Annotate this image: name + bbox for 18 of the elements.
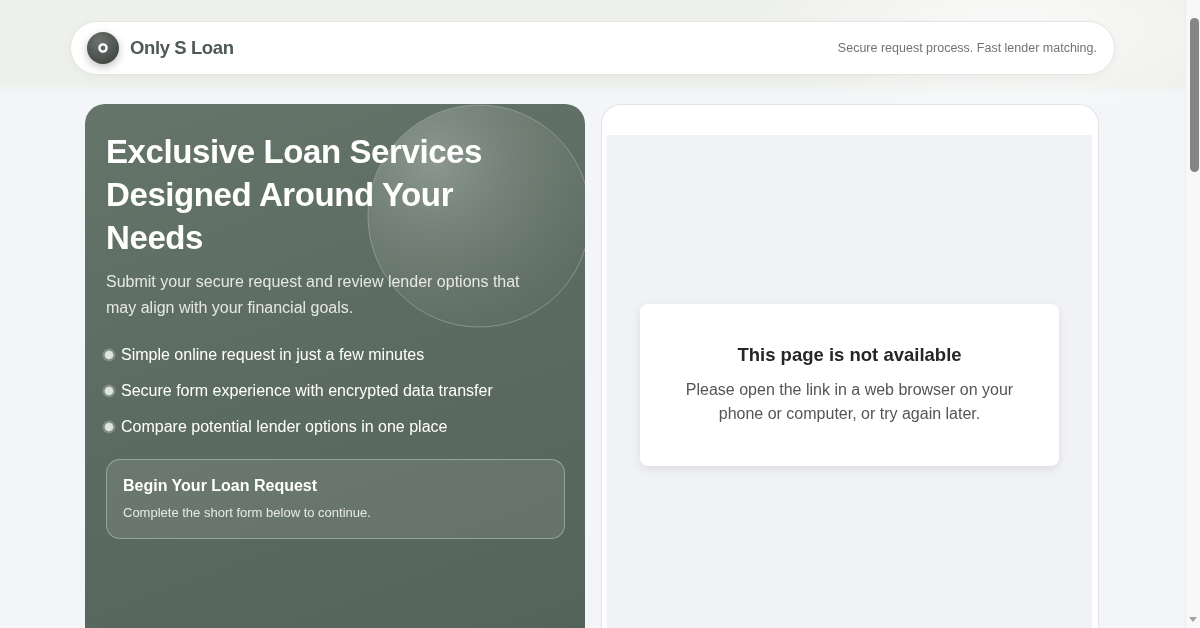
scrollbar-thumb[interactable] — [1190, 18, 1199, 172]
brand-name: Only S Loan — [130, 37, 234, 59]
notice-title: This page is not available — [736, 343, 963, 367]
cta-text: Complete the short form below to continue. — [123, 504, 372, 522]
hero-heading: Exclusive Loan Services Designed Around Your Needs — [106, 132, 484, 258]
tagline: Secure request process. Fast lender matching. — [837, 41, 1097, 55]
feature-text: Compare potential lender options in one place — [121, 417, 448, 437]
bullet-dot-icon — [102, 420, 116, 434]
feature-text: Secure form experience with encrypted data transfer — [121, 381, 493, 401]
notice-message: Please open the link in a web browser on your phone or computer, or try again later. — [684, 380, 1015, 424]
bullet-dot-icon — [102, 348, 116, 362]
feature-text: Simple online request in just a few minutes — [121, 345, 425, 365]
logo-icon — [87, 32, 119, 64]
hero-subtitle: Submit your secure request and review lender options that may align with your financial goals. — [106, 272, 521, 318]
cta-title: Begin Your Loan Request — [123, 476, 319, 496]
scroll-down-arrow-icon[interactable] — [1189, 617, 1197, 622]
bullet-dot-icon — [102, 384, 116, 398]
scrollbar[interactable] — [1185, 0, 1200, 628]
